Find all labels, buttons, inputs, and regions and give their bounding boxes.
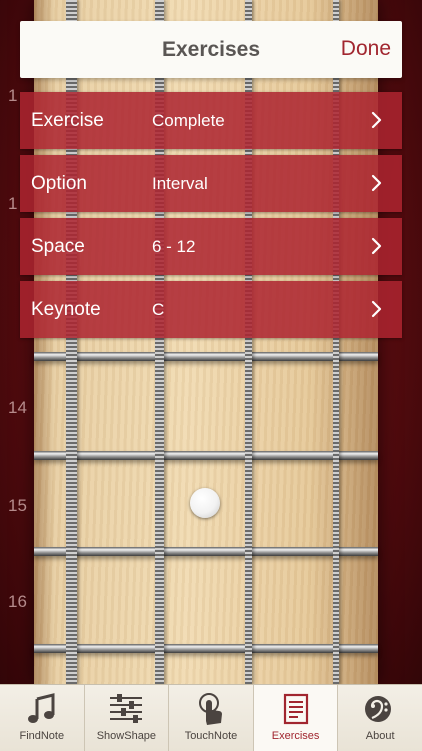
fret-number: 1 — [8, 194, 18, 213]
tab-exercises[interactable]: Exercises — [253, 685, 339, 751]
tab-findnote[interactable]: FindNote — [0, 685, 85, 751]
music-note-icon — [27, 693, 55, 723]
bass-clef-icon — [365, 696, 392, 722]
fret-wire — [34, 352, 378, 361]
option-row[interactable]: Option Interval — [20, 155, 402, 212]
fret-wire — [34, 451, 378, 460]
fret-number: 15 — [8, 496, 27, 515]
row-label: Space — [31, 236, 85, 257]
row-label: Keynote — [31, 299, 101, 320]
fret-inlay-dot — [190, 488, 220, 518]
chevron-right-icon — [371, 237, 382, 255]
row-value: Interval — [152, 174, 208, 193]
fret-number: 14 — [8, 398, 27, 417]
tab-label: FindNote — [19, 730, 65, 742]
done-button[interactable]: Done — [341, 37, 391, 61]
sliders-icon — [110, 694, 143, 723]
row-label: Exercise — [31, 110, 104, 131]
fret-number: 16 — [8, 592, 27, 611]
document-icon — [283, 693, 308, 725]
fret-number: 1 — [8, 86, 18, 105]
fret-wire — [34, 644, 378, 653]
tab-label: About — [365, 730, 395, 742]
tab-bar: FindNote ShowShape TouchNote Exercises A… — [0, 684, 422, 751]
fret-wire — [34, 547, 378, 556]
touch-hand-icon — [198, 693, 222, 725]
keynote-row[interactable]: Keynote C — [20, 281, 402, 338]
row-value: C — [152, 300, 165, 319]
chevron-right-icon — [371, 300, 382, 318]
tab-touchnote[interactable]: TouchNote — [169, 685, 254, 751]
row-label: Option — [31, 173, 87, 194]
row-value: 6 - 12 — [152, 237, 196, 256]
chevron-right-icon — [371, 111, 382, 129]
tab-label: TouchNote — [184, 730, 238, 742]
exercise-row[interactable]: Exercise Complete — [20, 92, 402, 149]
tab-about[interactable]: About — [338, 685, 422, 751]
tab-label: Exercises — [271, 730, 320, 742]
space-row[interactable]: Space 6 - 12 — [20, 218, 402, 275]
chevron-right-icon — [371, 174, 382, 192]
exercises-header: Exercises Done — [20, 21, 402, 78]
tab-label: ShowShape — [96, 730, 157, 742]
row-value: Complete — [152, 111, 225, 130]
tab-showshape[interactable]: ShowShape — [85, 685, 170, 751]
